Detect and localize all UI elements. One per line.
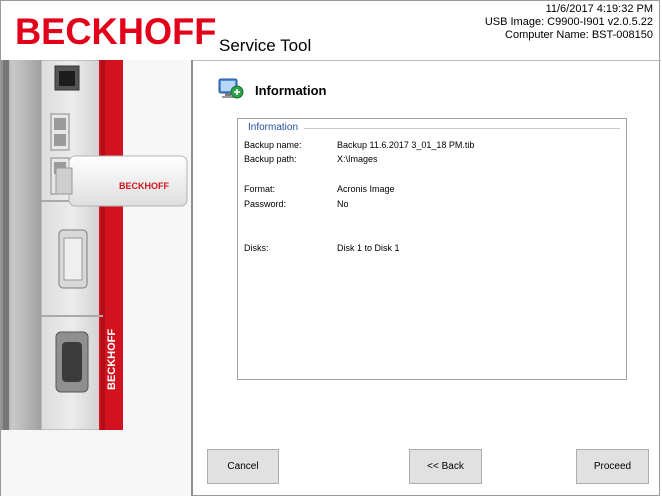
stick-brand: BECKHOFF <box>119 181 169 191</box>
backup-name-value: Backup 11.6.2017 3_01_18 PM.tib <box>337 140 475 150</box>
device-image: BECKHOFF BECKHOFF <box>1 60 191 496</box>
embedded-pc-illustration: BECKHOFF BECKHOFF <box>1 60 191 496</box>
info-network-icon <box>218 76 244 102</box>
datetime-text: 11/6/2017 4:19:32 PM <box>545 3 653 15</box>
usb-image-text: USB Image: C9900-I901 v2.0.5.22 <box>484 16 653 28</box>
computer-name-text: Computer Name: BST-008150 <box>505 29 653 41</box>
panel-divider <box>191 60 193 496</box>
groupbox-rule <box>304 128 620 129</box>
app-title: Service Tool <box>219 36 312 55</box>
proceed-button[interactable]: Proceed <box>576 449 649 484</box>
cancel-button[interactable]: Cancel <box>207 449 279 484</box>
backup-path-value: X:\Images <box>337 154 378 164</box>
beckhoff-logo: BECKHOFF <box>15 11 217 52</box>
backup-path-label: Backup path: <box>244 154 297 164</box>
disks-label: Disks: <box>244 243 269 253</box>
back-button[interactable]: << Back <box>409 449 482 484</box>
disks-value: Disk 1 to Disk 1 <box>337 243 400 253</box>
password-label: Password: <box>244 199 287 209</box>
password-value: No <box>337 199 349 209</box>
section-heading: Information <box>255 83 327 98</box>
backup-name-label: Backup name: <box>244 140 302 150</box>
groupbox-legend: Information <box>245 122 302 133</box>
service-tool-window: BECKHOFF Service Tool 11/6/2017 4:19:32 … <box>0 0 661 496</box>
format-value: Acronis Image <box>337 184 395 194</box>
format-label: Format: <box>244 184 276 194</box>
side-brand: BECKHOFF <box>106 329 118 390</box>
system-info: 11/6/2017 4:19:32 PM USB Image: C9900-I9… <box>485 3 653 42</box>
